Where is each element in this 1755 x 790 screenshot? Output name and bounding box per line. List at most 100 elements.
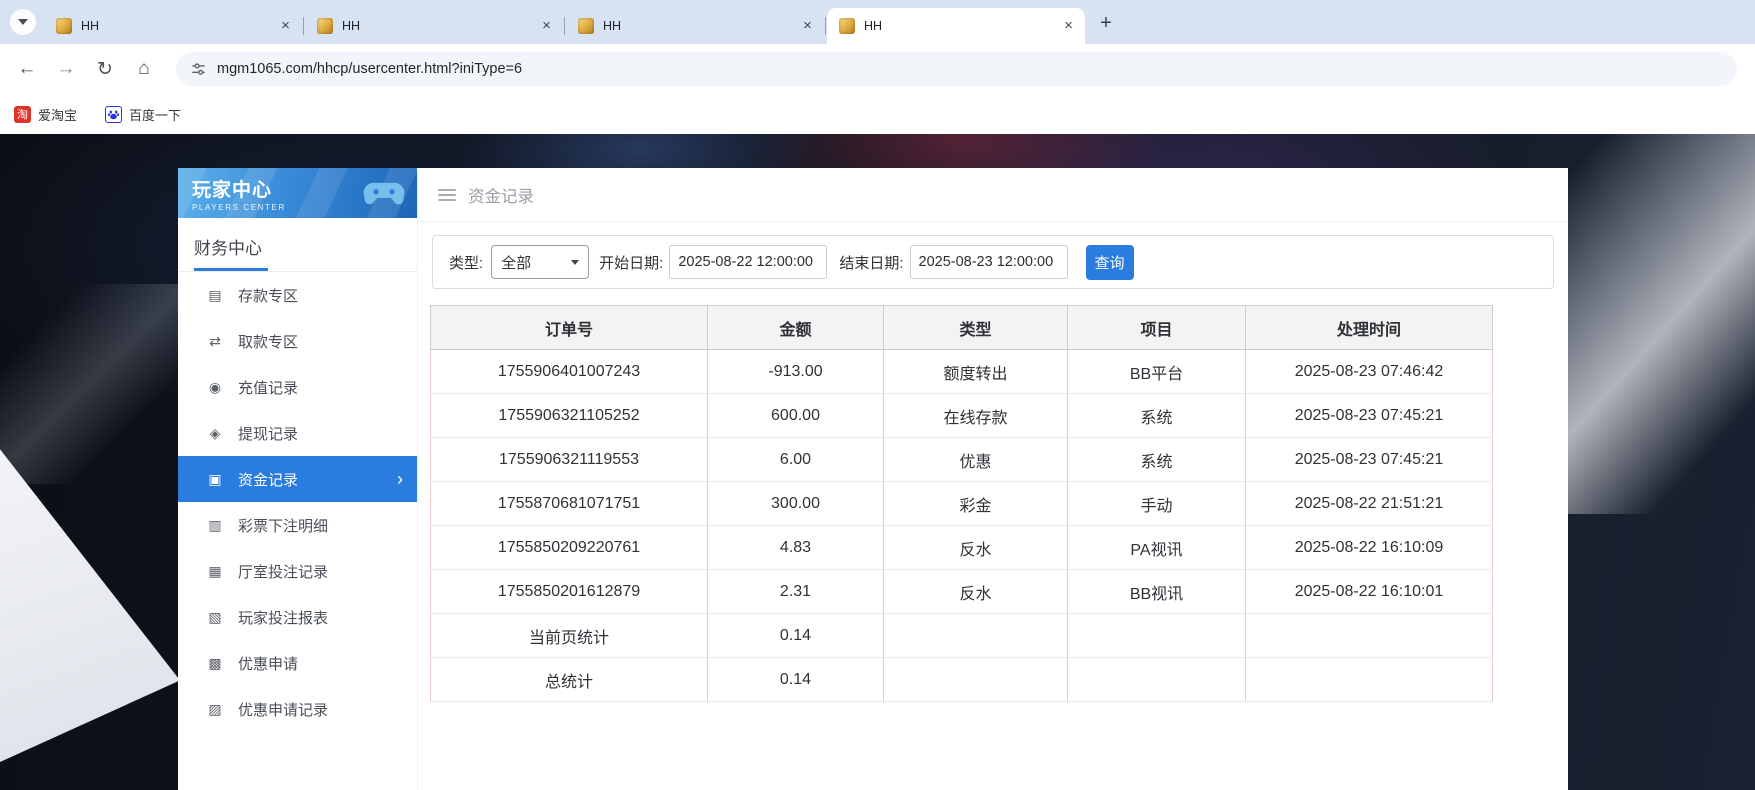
query-button[interactable]: 查询 (1086, 245, 1134, 280)
table-row: 总统计0.14 (431, 658, 1493, 702)
withdraw-coins-icon: ⇄ (206, 333, 224, 350)
withdrawal-icon: ◈ (206, 425, 224, 442)
sidebar-header: 玩家中心 PLAYERS CENTER (178, 168, 417, 218)
players-center-logo: 玩家中心 PLAYERS CENTER (192, 175, 286, 212)
table-cell: 在线存款 (884, 394, 1068, 438)
sidebar-item-label: 玩家投注报表 (238, 607, 328, 628)
sidebar-item-label: 厅室投注记录 (238, 561, 328, 582)
table-row: 当前页统计0.14 (431, 614, 1493, 658)
sidebar-item-withdraw-zone[interactable]: ⇄ 取款专区 (178, 318, 417, 364)
table-header-cell: 类型 (884, 306, 1068, 350)
site-favicon (839, 18, 855, 34)
tab-separator (825, 17, 826, 35)
table-cell: BB视讯 (1068, 570, 1246, 614)
new-tab-button[interactable]: + (1092, 9, 1120, 37)
sidebar-item-hall-bet-records[interactable]: ▦厅室投注记录 (178, 548, 417, 594)
menu-toggle-icon[interactable] (438, 189, 456, 201)
lottery-detail-icon: ▥ (206, 517, 224, 534)
funds-icon: ▣ (206, 471, 224, 488)
table-header-row: 订单号金额类型项目处理时间 (431, 306, 1493, 350)
bookmark-label: 爱淘宝 (38, 105, 77, 124)
table-cell: 6.00 (708, 438, 884, 482)
bookmark-taobao[interactable]: 淘 爱淘宝 (14, 105, 77, 124)
table-row: 17558502016128792.31反水BB视讯2025-08-22 16:… (431, 570, 1493, 614)
table-cell: 反水 (884, 526, 1068, 570)
players-center-title: 玩家中心 (192, 175, 286, 202)
table-cell (884, 658, 1068, 702)
table-cell: 2025-08-23 07:45:21 (1246, 394, 1493, 438)
table-cell: 2025-08-23 07:46:42 (1246, 350, 1493, 394)
deposit-card-icon: ▤ (206, 287, 224, 304)
start-date-input[interactable] (669, 245, 827, 279)
tab-separator (564, 17, 565, 35)
table-cell: 优惠 (884, 438, 1068, 482)
url-text[interactable]: mgm1065.com/hhcp/usercenter.html?iniType… (217, 61, 522, 77)
tab-close-icon[interactable]: × (799, 18, 816, 35)
finance-section-label: 财务中心 (194, 234, 268, 271)
table-cell (1246, 614, 1493, 658)
table-row: 1755906401007243-913.00额度转出BB平台2025-08-2… (431, 350, 1493, 394)
table-cell: 1755850201612879 (431, 570, 708, 614)
forward-button[interactable]: → (51, 58, 81, 80)
table-cell: 系统 (1068, 438, 1246, 482)
url-bar[interactable]: mgm1065.com/hhcp/usercenter.html?iniType… (176, 52, 1737, 86)
type-select-value: 全部 (501, 252, 531, 273)
table-cell (1068, 658, 1246, 702)
table-cell: 600.00 (708, 394, 884, 438)
sidebar-item-label: 彩票下注明细 (238, 515, 328, 536)
sidebar: 玩家中心 PLAYERS CENTER 财务中心 ▤ 存款专区 ⇄ 取款专区 ◉充值记录… (178, 168, 418, 790)
table-cell: 1755870681071751 (431, 482, 708, 526)
sidebar-item-recharge-records[interactable]: ◉充值记录 (178, 364, 417, 410)
table-cell: 当前页统计 (431, 614, 708, 658)
sidebar-item-player-bet-report[interactable]: ▧ 玩家投注报表 (178, 594, 417, 640)
tab-separator (303, 17, 304, 35)
players-center-subtitle: PLAYERS CENTER (192, 203, 286, 212)
tab-search-button[interactable] (10, 9, 36, 35)
bookmarks-bar: 淘 爱淘宝 百度一下 (0, 94, 1755, 134)
browser-tab[interactable]: HH× (44, 8, 302, 44)
back-button[interactable]: ← (12, 58, 42, 80)
table-cell: 4.83 (708, 526, 884, 570)
sidebar-item-funds-records[interactable]: ▣ 资金记录 › (178, 456, 417, 502)
table-cell: 总统计 (431, 658, 708, 702)
table-cell: 300.00 (708, 482, 884, 526)
sidebar-item-label: 取款专区 (238, 331, 298, 352)
sidebar-item-label: 资金记录 (238, 469, 298, 490)
sidebar-item-promo-apply[interactable]: ▩优惠申请 (178, 640, 417, 686)
bookmark-baidu[interactable]: 百度一下 (105, 105, 181, 124)
chevron-right-icon: › (397, 470, 403, 488)
table-cell: 2.31 (708, 570, 884, 614)
baidu-icon (105, 106, 122, 123)
type-select[interactable]: 全部 (491, 245, 589, 279)
browser-tab[interactable]: HH× (827, 8, 1085, 44)
tab-close-icon[interactable]: × (277, 18, 294, 35)
end-date-input[interactable] (910, 245, 1068, 279)
browser-tab[interactable]: HH× (566, 8, 824, 44)
site-favicon (56, 18, 72, 34)
table-cell: 1755906401007243 (431, 350, 708, 394)
bookmark-label: 百度一下 (129, 105, 181, 124)
tab-title: HH (603, 19, 799, 33)
tab-close-icon[interactable]: × (538, 18, 555, 35)
sidebar-item-label: 存款专区 (238, 285, 298, 306)
table-cell: 0.14 (708, 658, 884, 702)
sidebar-item-deposit-zone[interactable]: ▤ 存款专区 (178, 272, 417, 318)
site-settings-icon[interactable] (190, 61, 207, 78)
end-date-label: 结束日期: (839, 252, 903, 273)
site-favicon (317, 18, 333, 34)
chevron-down-icon (18, 19, 28, 25)
sidebar-item-promo-apply-records[interactable]: ▨优惠申请记录 (178, 686, 417, 732)
main-panel: 资金记录 类型: 全部 开始日期: 结束日期: 查询 订单号金额类型项目处理时间… (418, 168, 1568, 790)
reload-button[interactable]: ↻ (90, 58, 120, 81)
main-header: 资金记录 (418, 168, 1568, 222)
type-label: 类型: (449, 252, 483, 273)
tab-close-icon[interactable]: × (1060, 18, 1077, 35)
browser-tab[interactable]: HH× (305, 8, 563, 44)
recharge-icon: ◉ (206, 379, 224, 396)
bet-report-icon: ▧ (206, 609, 224, 626)
table-cell: 2025-08-22 21:51:21 (1246, 482, 1493, 526)
table-header-cell: 金额 (708, 306, 884, 350)
home-button[interactable]: ⌂ (129, 58, 159, 80)
sidebar-item-withdrawal-records[interactable]: ◈提现记录 (178, 410, 417, 456)
sidebar-item-lottery-bet-details[interactable]: ▥ 彩票下注明细 (178, 502, 417, 548)
